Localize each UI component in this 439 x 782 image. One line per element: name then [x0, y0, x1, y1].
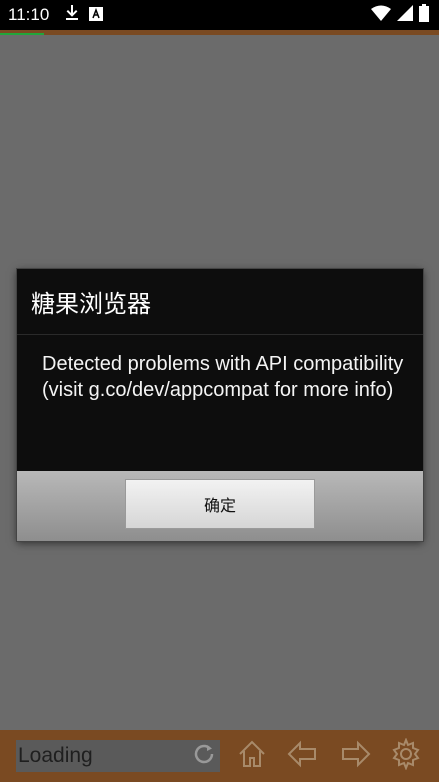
- wifi-icon: [371, 5, 391, 25]
- dialog-message-line1: Detected problems with API compatibility: [42, 353, 404, 375]
- ok-button[interactable]: 确定: [125, 479, 315, 529]
- signal-icon: [397, 5, 413, 25]
- dialog-message-line2: (visit g.co/dev/appcompat for more info): [42, 379, 394, 401]
- settings-icon: [390, 737, 422, 774]
- settings-button[interactable]: [388, 737, 424, 774]
- forward-icon: [340, 738, 372, 774]
- forward-button[interactable]: [338, 738, 374, 774]
- download-icon: [65, 5, 79, 25]
- home-icon: [236, 738, 268, 774]
- dialog-footer: 确定: [17, 471, 423, 541]
- bottom-toolbar: Loading: [0, 730, 439, 782]
- dialog-message: Detected problems with API compatibility…: [42, 351, 412, 403]
- refresh-icon: [191, 741, 217, 771]
- status-time: 11:10: [8, 5, 50, 24]
- status-bar: 11:10: [0, 0, 439, 30]
- compat-warning-dialog: 糖果浏览器 Detected problems with API compati…: [17, 269, 423, 541]
- back-button[interactable]: [284, 738, 320, 774]
- url-bar[interactable]: Loading: [16, 740, 188, 772]
- home-button[interactable]: [234, 738, 270, 774]
- accessibility-icon: [89, 6, 104, 25]
- battery-icon: [419, 4, 429, 26]
- dialog-title: 糖果浏览器: [17, 269, 423, 335]
- back-icon: [286, 738, 318, 774]
- refresh-button[interactable]: [188, 740, 220, 772]
